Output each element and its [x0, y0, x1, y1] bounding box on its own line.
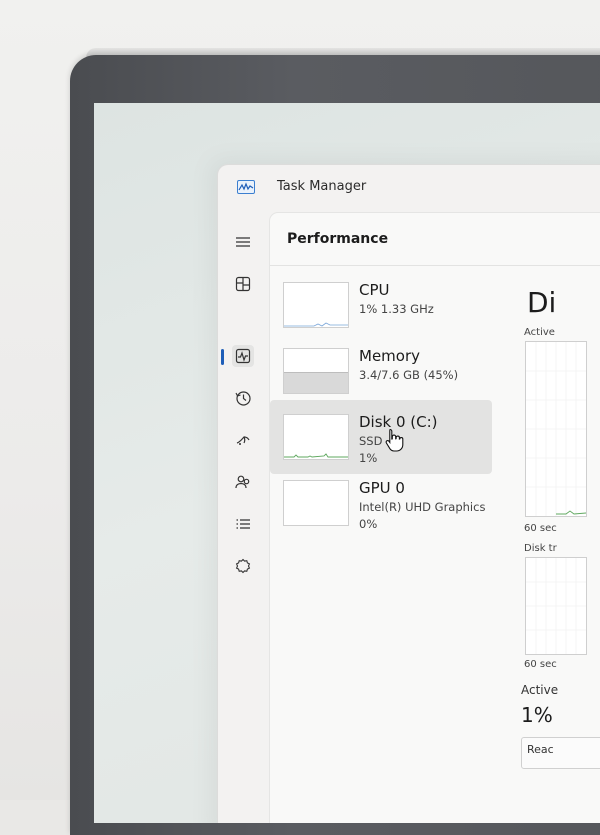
resource-detail: SSD: [359, 434, 383, 448]
active-nav-indicator: [221, 349, 224, 365]
active-time-graph: [525, 341, 587, 517]
navigation-sidebar: [218, 209, 270, 823]
cpu-thumbnail-graph: [283, 282, 349, 328]
startup-apps-icon[interactable]: [232, 429, 254, 451]
active-time-graph-label: Active: [524, 327, 555, 338]
transfer-rate-graph: [525, 557, 587, 655]
users-icon[interactable]: [232, 471, 254, 493]
graph-time-range-label: 60 sec: [524, 659, 557, 670]
read-speed-label: Reac: [527, 743, 554, 756]
resource-gpu[interactable]: GPU 0 Intel(R) UHD Graphics 0%: [270, 466, 492, 540]
app-history-icon[interactable]: [232, 387, 254, 409]
hamburger-menu-icon[interactable]: [232, 231, 254, 253]
resource-cpu[interactable]: CPU 1% 1.33 GHz: [270, 268, 492, 342]
memory-thumbnail-graph: [283, 348, 349, 394]
disk-thumbnail-graph: [283, 414, 349, 460]
services-icon[interactable]: [232, 555, 254, 577]
memory-usage-fill: [284, 372, 348, 393]
performance-icon[interactable]: [232, 345, 254, 367]
detail-title: Di: [527, 286, 557, 319]
read-speed-box: Reac: [521, 737, 600, 769]
active-time-stat-value: 1%: [521, 703, 553, 727]
resource-memory[interactable]: Memory 3.4/7.6 GB (45%): [270, 334, 492, 408]
resource-usage: 0%: [359, 517, 378, 531]
processes-icon[interactable]: [232, 273, 254, 295]
resource-name: CPU: [359, 281, 390, 299]
page-title: Performance: [287, 231, 389, 247]
resource-disk[interactable]: Disk 0 (C:) SSD 1%: [270, 400, 492, 474]
task-manager-app-icon: [237, 180, 255, 194]
title-bar[interactable]: Task Manager: [218, 165, 600, 209]
resource-detail: 3.4/7.6 GB (45%): [359, 368, 459, 382]
disk-detail-pane: Di Active 60 sec Disk tr 60 sec Active 1…: [516, 269, 600, 823]
resource-detail: Intel(R) UHD Graphics: [359, 500, 486, 514]
transfer-rate-graph-label: Disk tr: [524, 543, 557, 554]
laptop-screen: Task Manager Performance CPU 1% 1.33 GHz…: [94, 103, 600, 823]
active-time-stat-label: Active: [521, 683, 559, 697]
resource-name: Memory: [359, 347, 421, 365]
hand-pointer-cursor-icon: [385, 428, 404, 452]
task-manager-window: Task Manager Performance CPU 1% 1.33 GHz…: [218, 165, 600, 823]
window-title: Task Manager: [277, 179, 367, 194]
graph-time-range-label: 60 sec: [524, 523, 557, 534]
page-header: Performance: [270, 213, 600, 266]
resource-detail: 1% 1.33 GHz: [359, 302, 434, 316]
resource-name: GPU 0: [359, 479, 405, 497]
gpu-thumbnail-graph: [283, 480, 349, 526]
details-icon[interactable]: [232, 513, 254, 535]
performance-page: Performance CPU 1% 1.33 GHz Memory 3.4/7…: [270, 213, 600, 823]
resource-usage: 1%: [359, 451, 378, 465]
